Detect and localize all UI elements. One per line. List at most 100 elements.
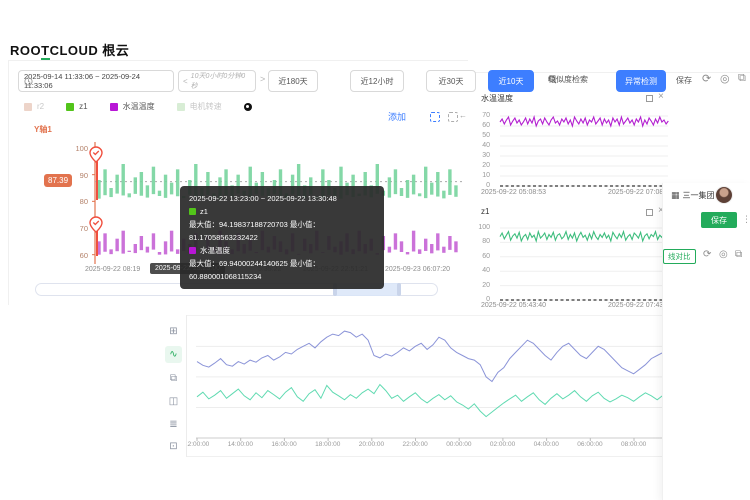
duration-box[interactable]: < 10天0小时0分钟0秒 bbox=[178, 70, 256, 92]
export-icon[interactable]: ⧉ bbox=[738, 72, 746, 85]
next-arrow-icon[interactable]: > bbox=[260, 74, 265, 84]
date-range-input[interactable]: 2025-09-14 11:33:06 ~ 2025-09-24 11:33:0… bbox=[18, 70, 174, 92]
water-temp-chart[interactable] bbox=[494, 110, 670, 190]
refresh-icon[interactable]: ⟳ bbox=[702, 72, 711, 85]
quick-range-30d-button[interactable]: 近30天 bbox=[426, 70, 476, 92]
tick-label: 50 bbox=[482, 132, 490, 139]
x-axis-label: 2025-09-22 05:08:53 bbox=[481, 189, 546, 196]
tick-label: 100 bbox=[478, 224, 490, 231]
tick-label: 60 bbox=[79, 250, 88, 260]
tool-settings-icon[interactable]: ⊡ bbox=[165, 438, 182, 455]
panel-title-water-temp: 水温温度 bbox=[481, 94, 513, 103]
duration-value: 10天0小时0分钟0秒 bbox=[190, 73, 246, 90]
save-button[interactable]: 保存 bbox=[676, 75, 692, 86]
target-icon[interactable]: ◎ bbox=[720, 72, 730, 85]
close-icon[interactable]: × bbox=[658, 92, 664, 102]
quick-range-180d-button[interactable]: 近180天 bbox=[268, 70, 318, 92]
tick-label: 04:00:00 bbox=[533, 441, 559, 448]
refresh-icon[interactable]: ⟳ bbox=[703, 249, 711, 260]
tick-label: 100 bbox=[75, 144, 88, 153]
add-series-link[interactable]: 添加 bbox=[388, 110, 406, 123]
legend-label: r2 bbox=[37, 102, 45, 111]
legend-swatch bbox=[109, 102, 118, 111]
brush-handle-right[interactable] bbox=[397, 283, 401, 296]
tick-label: 10 bbox=[482, 172, 490, 179]
divider bbox=[8, 60, 9, 305]
prev-arrow-icon[interactable]: < bbox=[183, 77, 188, 86]
legend-item-motor-speed[interactable]: 电机转速 bbox=[176, 101, 222, 112]
tick-label: 14:00:00 bbox=[227, 441, 253, 448]
app-root: ROOTCLOUD 根云 2025-09-14 11:33:06 ~ 2025-0… bbox=[0, 0, 750, 500]
tool-grid-icon[interactable]: ⊞ bbox=[165, 323, 182, 340]
tick-label: 60 bbox=[482, 122, 490, 129]
quick-range-10d-button[interactable]: 近10天 bbox=[488, 70, 534, 92]
brand-logo: ROOTCLOUD 根云 bbox=[10, 40, 130, 60]
tool-line-chart-icon[interactable]: ∿ bbox=[165, 346, 182, 363]
logo-text: T bbox=[41, 43, 50, 60]
tooltip-swatch bbox=[189, 208, 196, 215]
legend: r2 z1 水温温度 电机转速 bbox=[24, 101, 252, 112]
tick-label: 22:00:00 bbox=[402, 441, 428, 448]
legend-swatch bbox=[66, 102, 75, 111]
x-axis-label: 2025-09-23 06:07:20 bbox=[385, 266, 450, 273]
expand-icon[interactable] bbox=[646, 209, 653, 216]
z1-chart[interactable] bbox=[494, 224, 670, 304]
tick-label: 20:00:00 bbox=[358, 441, 385, 448]
series-start-pin-icon[interactable] bbox=[89, 216, 103, 233]
tooltip-swatch bbox=[189, 247, 196, 254]
tick-label: 80 bbox=[79, 197, 88, 207]
logo-suffix: 根云 bbox=[102, 43, 130, 58]
anomaly-detect-button[interactable]: 异常检测 bbox=[616, 70, 666, 92]
tool-compare-icon[interactable]: ⧉ bbox=[165, 370, 182, 387]
x-axis-label: 2025-09-22 07:43:4 bbox=[608, 302, 670, 309]
legend-item-z1[interactable]: z1 bbox=[66, 102, 88, 111]
chart-tooltip: 2025-09-22 13:23:00 ~ 2025-09-22 13:30:4… bbox=[180, 186, 384, 289]
target-dot-icon[interactable] bbox=[243, 102, 252, 111]
legend-item-r2[interactable]: r2 bbox=[24, 102, 44, 111]
kebab-menu-icon[interactable]: ⋮ bbox=[742, 214, 750, 225]
box-select-undo-icon[interactable] bbox=[448, 112, 458, 122]
box-select-icon[interactable] bbox=[430, 112, 440, 122]
legend-item-water-temp[interactable]: 水温温度 bbox=[109, 101, 155, 112]
search-icon bbox=[548, 75, 557, 84]
overlay-save-button[interactable]: 保存 bbox=[701, 212, 737, 228]
tooltip-series-values: 最大值：69.94000244140625 最小值：60.88000106811… bbox=[189, 259, 320, 281]
tool-list-icon[interactable]: ≣ bbox=[165, 416, 182, 433]
tick-label: 18:00:00 bbox=[315, 441, 341, 448]
series-start-pin-icon[interactable] bbox=[89, 146, 103, 163]
compare-badge[interactable]: 线对比 bbox=[663, 249, 696, 264]
tooltip-series-name: 水温温度 bbox=[189, 244, 375, 257]
legend-swatch bbox=[176, 102, 185, 111]
bottom-tool-sidebar: ⊞ ∿ ⧉ ◫ ≣ ⊡ bbox=[160, 315, 187, 457]
tick-label: 08:00:00 bbox=[621, 441, 647, 448]
target-icon[interactable]: ◎ bbox=[719, 249, 728, 260]
logo-text: CLOUD bbox=[49, 43, 99, 58]
divider bbox=[8, 60, 468, 61]
avatar[interactable] bbox=[715, 186, 733, 204]
expand-icon[interactable] bbox=[646, 95, 653, 102]
x-axis-label: 2025-09-22 05:43:40 bbox=[481, 302, 546, 309]
side-overlay-panel: ▦ 三一集团 ∨ 保存 ⋮ 线对比 ⟳ ◎ ⧉ bbox=[662, 183, 750, 500]
tick-label: 90 bbox=[79, 170, 88, 180]
tick-label: 70 bbox=[79, 224, 88, 233]
legend-label: 电机转速 bbox=[189, 102, 222, 111]
tooltip-series-name: z1 bbox=[189, 205, 375, 218]
similarity-search-button[interactable]: 相似度检索 bbox=[548, 74, 588, 85]
tick-label: 00:00:00 bbox=[446, 441, 472, 448]
date-range-value: 2025-09-14 11:33:06 ~ 2025-09-24 11:33:0… bbox=[24, 72, 140, 90]
panel-title-z1: z1 bbox=[481, 207, 490, 216]
x-axis-label: 2025-09-22 08:19 bbox=[85, 266, 141, 273]
y-axis-label: Y轴1 bbox=[34, 125, 52, 134]
tool-frame-icon[interactable]: ◫ bbox=[165, 393, 182, 410]
tick-label: 80 bbox=[482, 238, 490, 246]
legend-swatch bbox=[24, 102, 32, 111]
quick-range-12h-button[interactable]: 近12小时 bbox=[350, 70, 404, 92]
tick-label: 60 bbox=[482, 252, 490, 260]
tick-label: 20 bbox=[482, 281, 490, 289]
legend-label: 水温温度 bbox=[122, 102, 155, 111]
export-icon[interactable]: ⧉ bbox=[735, 249, 742, 260]
tick-label: 16:00:00 bbox=[271, 441, 297, 448]
org-name: 三一集团 bbox=[682, 191, 715, 200]
tick-label: 06:00:00 bbox=[577, 441, 603, 448]
tooltip-title: 2025-09-22 13:23:00 ~ 2025-09-22 13:30:4… bbox=[189, 194, 337, 203]
